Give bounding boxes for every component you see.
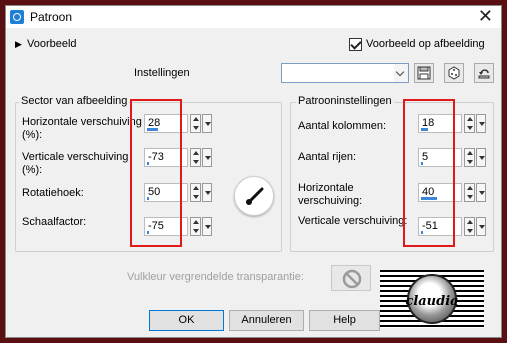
columns-spinner[interactable] [464,114,475,133]
rotation-spinner[interactable] [190,183,201,202]
pattern-vertical-offset-dropdown[interactable] [476,217,486,236]
cancel-button[interactable]: Annuleren [229,310,304,331]
dial-needle-icon [246,187,264,205]
watermark-logo: claudia [380,270,484,328]
horizontal-offset-label: Horizontale verschuiving (%): [22,116,142,141]
pattern-vertical-offset-label: Verticale verschuiving: [298,215,408,227]
columns-label: Aantal kolommen: [298,120,387,132]
scale-label: Schaalfactor: [22,216,87,228]
lock-transparency-label: Vulkleur vergrendelde transparantie: [127,271,304,283]
horizontal-offset-dropdown[interactable] [202,114,212,133]
logo-text: claudia [405,294,459,309]
preset-dropdown-button[interactable] [394,63,409,83]
rotation-label: Rotatiehoek: [22,187,84,199]
preview-label[interactable]: Voorbeeld [27,38,77,50]
floppy-icon [417,66,431,80]
window-title: Patroon [30,10,73,24]
pattern-group-title: Patrooninstellingen [296,95,394,107]
highlight-box-left [130,99,182,247]
title-bar: Patroon ✕ [6,6,501,28]
dice-icon [448,66,460,80]
horizontal-offset-spinner[interactable] [190,114,201,133]
app-icon [10,10,24,24]
highlight-box-right [403,99,455,247]
preview-on-image-checkbox[interactable] [349,38,362,51]
outer-frame: Patroon ✕ ▶ Voorbeeld Voorbeeld op afbee… [0,0,507,343]
preset-select[interactable] [281,63,395,83]
columns-dropdown[interactable] [476,114,486,133]
ok-button[interactable]: OK [149,310,224,331]
preview-on-image-label: Voorbeeld op afbeelding [366,38,485,50]
vertical-offset-label: Verticale verschuiving (%): [22,151,129,176]
help-button[interactable]: Help [309,310,380,331]
randomize-button[interactable] [444,63,464,83]
reset-button[interactable] [474,63,494,83]
vertical-offset-dropdown[interactable] [202,148,212,167]
sector-group-title: Sector van afbeelding [19,95,130,107]
vertical-offset-spinner[interactable] [190,148,201,167]
pattern-horizontal-offset-label: Horizontale verschuiving: [298,182,363,207]
pattern-vertical-offset-spinner[interactable] [464,217,475,236]
scale-spinner[interactable] [190,217,201,236]
rotation-dropdown[interactable] [202,183,212,202]
rows-label: Aantal rijen: [298,151,357,163]
save-preset-button[interactable] [414,63,434,83]
close-icon[interactable]: ✕ [478,7,493,25]
dialog-window: Patroon ✕ ▶ Voorbeeld Voorbeeld op afbee… [5,5,502,338]
rows-dropdown[interactable] [476,148,486,167]
fill-color-swatch[interactable] [331,265,371,291]
scale-dropdown[interactable] [202,217,212,236]
rotation-dial[interactable] [234,176,274,216]
settings-label: Instellingen [134,67,190,79]
rows-spinner[interactable] [464,148,475,167]
no-color-icon [342,269,362,289]
reset-icon [478,69,490,79]
pattern-horizontal-offset-dropdown[interactable] [476,183,486,202]
pattern-horizontal-offset-spinner[interactable] [464,183,475,202]
expand-triangle-icon[interactable]: ▶ [15,39,22,50]
